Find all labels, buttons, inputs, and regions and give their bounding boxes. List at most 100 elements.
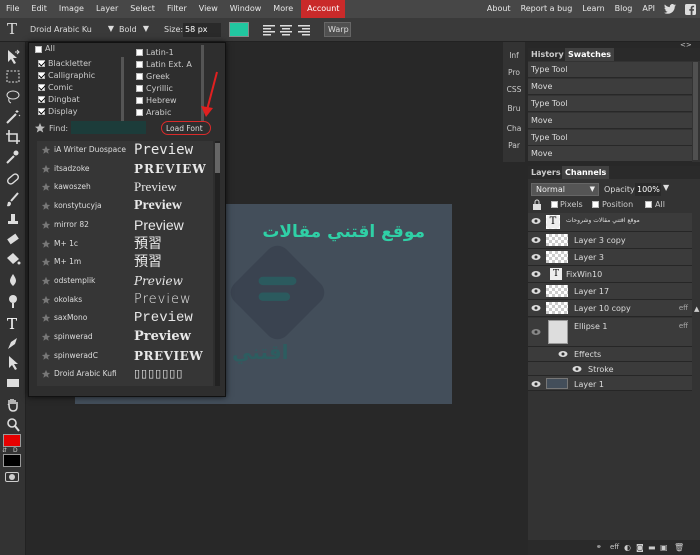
lock-all-checkbox[interactable]: [645, 201, 652, 208]
marquee-tool[interactable]: [3, 68, 23, 86]
visibility-eye-icon[interactable]: [531, 304, 541, 312]
font-list-item[interactable]: spinwerad Preview: [37, 328, 213, 347]
hand-tool[interactable]: [3, 396, 23, 414]
all-scripts-checkbox[interactable]: [35, 46, 42, 53]
font-list-item[interactable]: konstytucyja Preview: [37, 197, 213, 216]
font-list-item[interactable]: Droid Arabic Kufi ▯▯▯▯▯▯▯: [37, 365, 213, 384]
default-colors-label[interactable]: D: [13, 447, 18, 454]
visibility-eye-icon[interactable]: [531, 270, 541, 278]
script-checkbox-comic[interactable]: [38, 84, 45, 91]
visibility-eye-icon[interactable]: [531, 253, 541, 261]
move-tool[interactable]: [3, 48, 23, 66]
favorite-star-icon[interactable]: [41, 182, 51, 192]
layer-row[interactable]: T موقع اقتني مقالات وشروحات: [528, 213, 692, 232]
favorite-star-icon[interactable]: [41, 257, 51, 267]
layer-effects-badge[interactable]: eff: [679, 304, 688, 312]
scroll-up-icon[interactable]: ▲: [694, 305, 699, 313]
menu-window[interactable]: Window: [224, 0, 268, 18]
layer-row[interactable]: Layer 10 copy eff: [528, 300, 692, 317]
opacity-input[interactable]: 100%: [635, 183, 661, 196]
script-checkbox-display[interactable]: [38, 108, 45, 115]
script-checkbox-dingbat[interactable]: [38, 96, 45, 103]
favorite-star-icon[interactable]: [41, 295, 51, 305]
lasso-tool[interactable]: [3, 88, 23, 106]
script-checkbox-greek[interactable]: [136, 73, 143, 80]
script-checkbox-arabic[interactable]: [136, 109, 143, 116]
visibility-eye-icon[interactable]: [531, 217, 541, 225]
eyedropper-tool[interactable]: [3, 148, 23, 166]
type-tool[interactable]: T: [3, 314, 23, 333]
favorite-star-icon[interactable]: [41, 220, 51, 230]
font-list-scrollbar[interactable]: [215, 141, 220, 386]
character-panel-button[interactable]: Cha: [503, 124, 525, 133]
properties-panel-button[interactable]: Pro: [503, 68, 525, 77]
history-item[interactable]: Type Tool: [528, 96, 692, 112]
favorite-star-icon[interactable]: [41, 332, 51, 342]
link-report-bug[interactable]: Report a bug: [516, 0, 578, 18]
layer-row[interactable]: Layer 1: [528, 376, 692, 391]
align-left-icon[interactable]: [262, 23, 276, 37]
info-panel-button[interactable]: Inf: [503, 51, 525, 60]
link-learn[interactable]: Learn: [577, 0, 609, 18]
align-right-icon[interactable]: [297, 23, 311, 37]
new-layer-icon[interactable]: ▣: [660, 543, 668, 552]
find-font-input[interactable]: [71, 121, 146, 134]
gradient-tool[interactable]: [3, 272, 23, 290]
link-layers-icon[interactable]: ⚭: [596, 543, 602, 551]
font-list-item[interactable]: kawoszeh Preview: [37, 178, 213, 197]
favorite-star-icon[interactable]: [41, 239, 51, 249]
script-checkbox-latin-ext[interactable]: [136, 61, 143, 68]
clone-stamp-tool[interactable]: [3, 210, 23, 228]
script-checkbox-calligraphic[interactable]: [38, 72, 45, 79]
menu-layer[interactable]: Layer: [90, 0, 124, 18]
favorite-star-icon[interactable]: [41, 145, 51, 155]
visibility-eye-icon[interactable]: [531, 328, 541, 336]
favorite-star-icon[interactable]: [41, 351, 51, 361]
menu-view[interactable]: View: [193, 0, 224, 18]
font-list-item[interactable]: M+ 1c 預習: [37, 235, 213, 254]
visibility-eye-icon[interactable]: [558, 350, 568, 358]
favorite-star-icon[interactable]: [41, 369, 51, 379]
link-about[interactable]: About: [482, 0, 516, 18]
menu-account[interactable]: Account: [301, 0, 346, 18]
paragraph-panel-button[interactable]: Par: [503, 141, 525, 150]
background-color[interactable]: [3, 454, 21, 467]
tab-swatches[interactable]: Swatches: [565, 48, 614, 61]
font-list-item[interactable]: spinweradC PREVIEW: [37, 347, 213, 366]
warp-button[interactable]: Warp: [324, 22, 351, 37]
link-api[interactable]: API: [637, 0, 660, 18]
shape-tool[interactable]: [3, 374, 23, 392]
script-checkbox-cyrillic[interactable]: [136, 85, 143, 92]
visibility-eye-icon[interactable]: [531, 287, 541, 295]
magic-wand-tool[interactable]: [3, 108, 23, 126]
align-center-icon[interactable]: [279, 23, 293, 37]
size-input[interactable]: 58 px: [183, 23, 221, 37]
layer-row[interactable]: Ellipse 1 eff: [528, 318, 692, 347]
font-list-item[interactable]: saxMono Preview: [37, 309, 213, 328]
css-panel-button[interactable]: CSS: [503, 85, 525, 94]
crop-tool[interactable]: [3, 128, 23, 146]
link-blog[interactable]: Blog: [610, 0, 638, 18]
history-item[interactable]: Type Tool: [528, 62, 692, 78]
trash-icon[interactable]: 🗑: [674, 543, 684, 552]
menu-edit[interactable]: Edit: [25, 0, 53, 18]
history-scrollbar[interactable]: [693, 62, 698, 160]
folder-icon[interactable]: ▬: [648, 543, 656, 552]
healing-tool[interactable]: [3, 170, 23, 188]
tab-history[interactable]: History: [528, 48, 567, 61]
menu-select[interactable]: Select: [124, 0, 161, 18]
tab-layers[interactable]: Layers: [528, 166, 564, 179]
history-item[interactable]: Move: [528, 113, 692, 129]
font-family-select[interactable]: Droid Arabic Ku ▼: [26, 23, 114, 37]
swap-colors-icon[interactable]: ⇵: [2, 447, 7, 454]
chevron-down-icon[interactable]: ▼: [663, 183, 669, 192]
lock-position-checkbox[interactable]: [592, 201, 599, 208]
zoom-tool[interactable]: [3, 416, 23, 434]
font-list-item[interactable]: mirror 82 Preview: [37, 216, 213, 235]
font-list-item[interactable]: M+ 1m 預習: [37, 253, 213, 272]
layer-row[interactable]: Layer 17: [528, 283, 692, 300]
menu-file[interactable]: File: [0, 0, 25, 18]
visibility-eye-icon[interactable]: [531, 236, 541, 244]
history-item[interactable]: Type Tool: [528, 130, 692, 146]
favorite-star-icon[interactable]: [41, 164, 51, 174]
